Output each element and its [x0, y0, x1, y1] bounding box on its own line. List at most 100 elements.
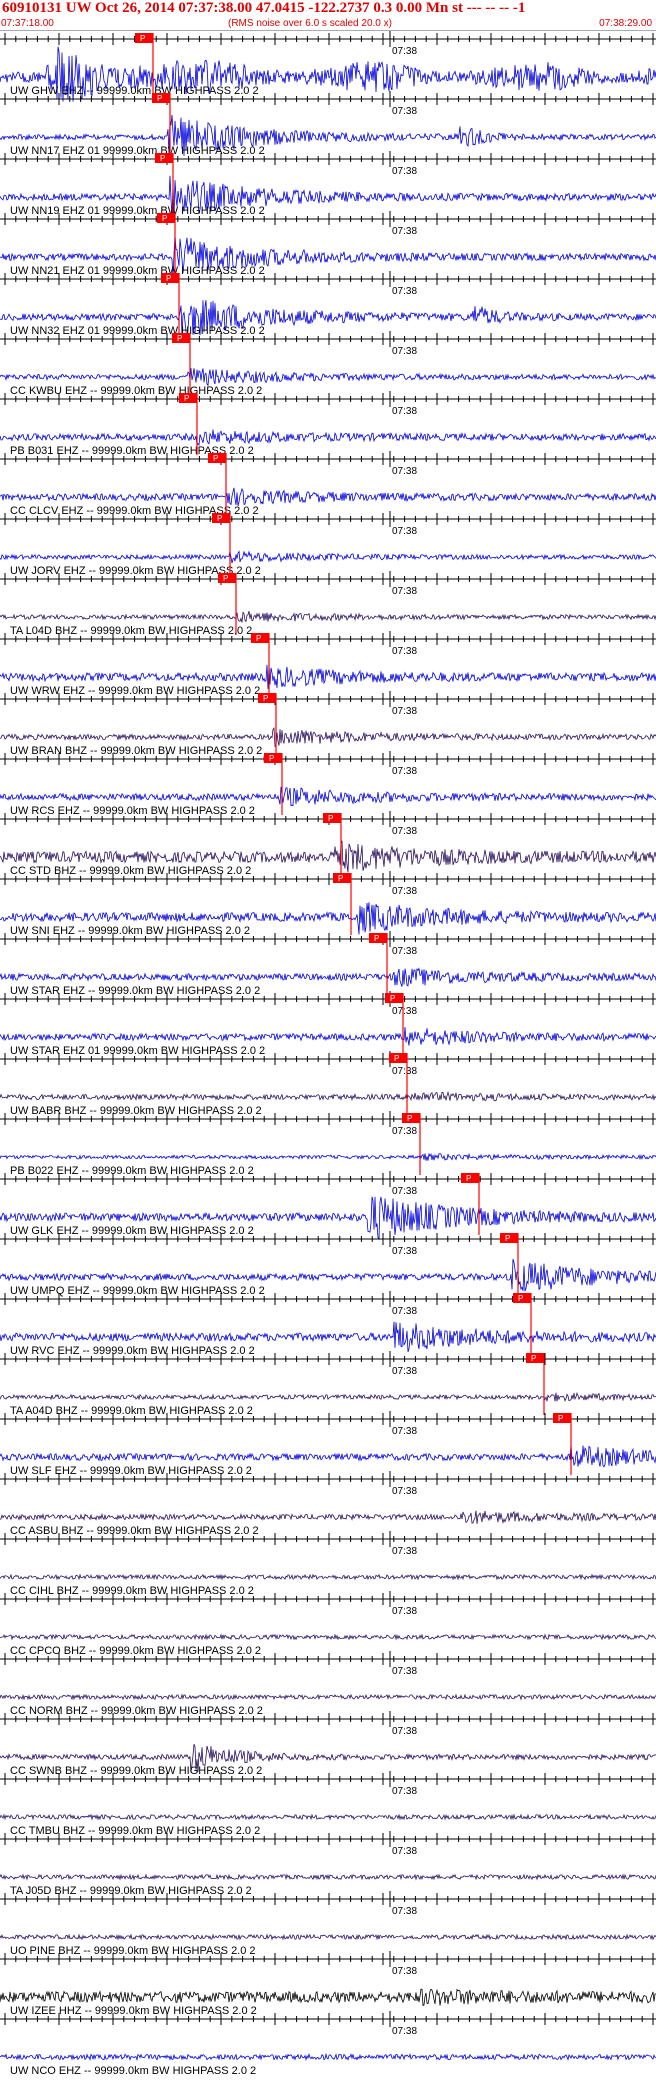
- pick-label: P: [518, 1294, 523, 1303]
- trace-row: 07:38 PB B022 EHZ -- 99999.0km BW HIGHPAS…: [0, 1111, 656, 1177]
- minute-label: 07:38: [392, 406, 417, 417]
- waveform: [0, 1813, 656, 1821]
- trace-row: 07:38UW GHW EHZ -- 99999.0km BW HIGHPASS…: [0, 31, 656, 102]
- trace-row: 07:38 CC SWNB BHZ -- 99999.0km BW HIGHPAS…: [0, 1711, 656, 1777]
- trace-row: 07:38 UW SNI EHZ -- 99999.0km BW HIGHPASS…: [0, 871, 656, 937]
- minute-label: 07:38: [392, 1186, 417, 1197]
- station-label: TA J05D BHZ -- 99999.0km BW HIGHPASS 2.0…: [10, 1885, 252, 1897]
- minute-label: 07:38: [392, 106, 417, 117]
- trace-row: 07:38 UW BABR BHZ -- 99999.0km BW HIGHPAS…: [0, 1051, 656, 1117]
- station-label: TA L04D BHZ -- 99999.0km BW HIGHPASS 2.0…: [10, 625, 252, 637]
- station-label: CC NORM BHZ -- 99999.0km BW HIGHPASS 2.0…: [10, 1705, 263, 1717]
- station-label: CC CIHL BHZ -- 99999.0km BW HIGHPASS 2.0…: [10, 1585, 254, 1597]
- pick-label: P: [157, 94, 162, 103]
- trace-row: 07:38 UO PINE BHZ -- 99999.0km BW HIGHPAS…: [0, 1891, 656, 1957]
- pick-label: P: [263, 694, 268, 703]
- pick-label: P: [162, 214, 167, 223]
- station-label: UW NN21 EHZ 01 99999.0km BW HIGHPASS 2.0…: [10, 265, 265, 277]
- trace-row: 07:38 CC CIHL BHZ -- 99999.0km BW HIGHPAS…: [0, 1531, 656, 1597]
- station-label: UW SLF EHZ -- 99999.0km BW HIGHPASS 2.0 …: [10, 1465, 252, 1477]
- trace-row: 07:38CC ASBU BHZ -- 99999.0km BW HIGHPAS…: [0, 1471, 656, 1537]
- pick-label: P: [184, 394, 189, 403]
- pick-label: P: [390, 994, 395, 1003]
- trace-row: 07:38 CC KWBU EHZ -- 99999.0km BW HIGHPAS…: [0, 331, 656, 397]
- minute-label: 07:38: [392, 166, 417, 177]
- pick-label: P: [374, 934, 379, 943]
- trace-row: 07:38 UW NN21 EHZ 01 99999.0km BW HIGHPAS…: [0, 211, 656, 278]
- waveform: [0, 429, 656, 447]
- station-label: UO PINE BHZ -- 99999.0km BW HIGHPASS 2.0…: [10, 1945, 256, 1957]
- minute-label: 07:38: [392, 586, 417, 597]
- trace-row: 07:38CC CLCV EHZ -- 99999.0km BW HIGHPAS…: [0, 451, 656, 517]
- minute-label: 07:38: [392, 886, 417, 897]
- pick-label: P: [256, 634, 261, 643]
- trace-row: 07:38 UW UMPQ EHZ -- 99999.0km BW HIGHPAS…: [0, 1231, 656, 1297]
- station-label: UW RVC EHZ -- 99999.0km BW HIGHPASS 2.0 …: [10, 1345, 255, 1357]
- pick-label: P: [338, 874, 343, 883]
- pick-label: P: [328, 814, 333, 823]
- trace-row: 07:38 UW SLF EHZ -- 99999.0km BW HIGHPASS…: [0, 1411, 656, 1477]
- station-label: UW IZEE HHZ -- 99999.0km BW HIGHPASS 2.0…: [10, 2005, 257, 2017]
- trace-row: 07:38 UW STAR EHZ 01 99999.0km BW HIGHPAS…: [0, 991, 656, 1057]
- waveform: [0, 1633, 656, 1641]
- station-label: UW NN19 EHZ 01 99999.0km BW HIGHPASS 2.0…: [10, 205, 265, 217]
- minute-label: 07:38: [392, 1846, 417, 1857]
- waveform: [0, 1873, 656, 1881]
- station-label: UW NN17 EHZ 01 99999.0km BW HIGHPASS 2.0…: [10, 145, 265, 157]
- pick-label: P: [160, 154, 165, 163]
- trace-row: 07:38 CC CPCO BHZ -- 99999.0km BW HIGHPAS…: [0, 1591, 656, 1657]
- waveform: [0, 1152, 656, 1161]
- waveform: [0, 1444, 656, 1468]
- minute-label: 07:38: [392, 1906, 417, 1917]
- trace-row: 07:38 UW WRW EHZ -- 99999.0km BW HIGHPASS…: [0, 631, 656, 697]
- minute-label: 07:38: [392, 646, 417, 657]
- start-time-label: 07:37:18.00: [1, 18, 54, 29]
- minute-label: 07:38: [392, 286, 417, 297]
- pick-label: P: [213, 454, 218, 463]
- trace-row: 07:38 TA A04D BHZ -- 99999.0km BW HIGHPAS…: [0, 1351, 656, 1417]
- minute-label: 07:38: [392, 466, 417, 477]
- waveform: [0, 1026, 656, 1046]
- minute-label: 07:38: [392, 706, 417, 717]
- minute-label: 07:38: [392, 1486, 417, 1497]
- pick-label: P: [269, 754, 274, 763]
- pick-label: P: [466, 1174, 471, 1183]
- station-label: CC STD BHZ -- 99999.0km BW HIGHPASS 2.0 …: [10, 865, 251, 877]
- waveform: [0, 487, 656, 507]
- minute-label: 07:38: [392, 1426, 417, 1437]
- station-label: CC SWNB BHZ -- 99999.0km BW HIGHPASS 2.0…: [10, 1765, 262, 1777]
- waveform: [0, 2052, 656, 2062]
- pick-label: P: [531, 1354, 536, 1363]
- waveform: [0, 1693, 656, 1701]
- station-label: CC CPCO BHZ -- 99999.0km BW HIGHPASS 2.0…: [10, 1645, 261, 1657]
- minute-label: 07:38: [392, 1246, 417, 1257]
- minute-label: 07:38: [392, 1726, 417, 1737]
- trace-row: 07:38 UW BRAN BHZ -- 99999.0km BW HIGHPAS…: [0, 691, 656, 757]
- minute-label: 07:38: [392, 2026, 417, 2037]
- trace-row: 07:38 CC STD BHZ -- 99999.0km BW HIGHPASS…: [0, 811, 656, 877]
- waveform: [0, 1392, 656, 1402]
- trace-row: 07:38 UW STAR EHZ -- 99999.0km BW HIGHPAS…: [0, 931, 656, 997]
- station-label: TA A04D BHZ -- 99999.0km BW HIGHPASS 2.0…: [10, 1405, 253, 1417]
- minute-label: 07:38: [392, 1966, 417, 1977]
- minute-label: 07:38: [392, 226, 417, 237]
- station-label: UW STAR EHZ -- 99999.0km BW HIGHPASS 2.0…: [10, 985, 260, 997]
- seismogram-svg: 07:38UW GHW EHZ -- 99999.0km BW HIGHPASS…: [0, 31, 656, 2077]
- minute-label: 07:38: [392, 766, 417, 777]
- pick-label: P: [140, 34, 145, 43]
- minute-label: 07:38: [392, 1546, 417, 1557]
- minute-label: 07:38: [392, 826, 417, 837]
- minute-label: 07:38: [392, 946, 417, 957]
- trace-row: 07:38PB B031 EHZ -- 99999.0km BW HIGHPAS…: [0, 391, 656, 457]
- waveform: [0, 368, 656, 387]
- station-label: UW BRAN BHZ -- 99999.0km BW HIGHPASS 2.0…: [10, 745, 262, 757]
- seismogram-panel: 07:38 UW GHW EHZ -- 99999.0km BW HIGHPASS…: [0, 31, 656, 2078]
- waveform: [0, 967, 656, 987]
- trace-row: 07:38 UW IZEE HHZ -- 99999.0km BW HIGHPAS…: [0, 1951, 656, 2017]
- waveform: [0, 1090, 656, 1102]
- trace-row: 07:38 CC TMBU BHZ -- 99999.0km BW HIGHPAS…: [0, 1771, 656, 1837]
- minute-label: 07:38: [392, 1006, 417, 1017]
- station-label: CC KWBU EHZ -- 99999.0km BW HIGHPASS 2.0…: [10, 385, 262, 397]
- end-time-label: 07:38:29.00: [599, 18, 652, 29]
- minute-label: 07:38: [392, 346, 417, 357]
